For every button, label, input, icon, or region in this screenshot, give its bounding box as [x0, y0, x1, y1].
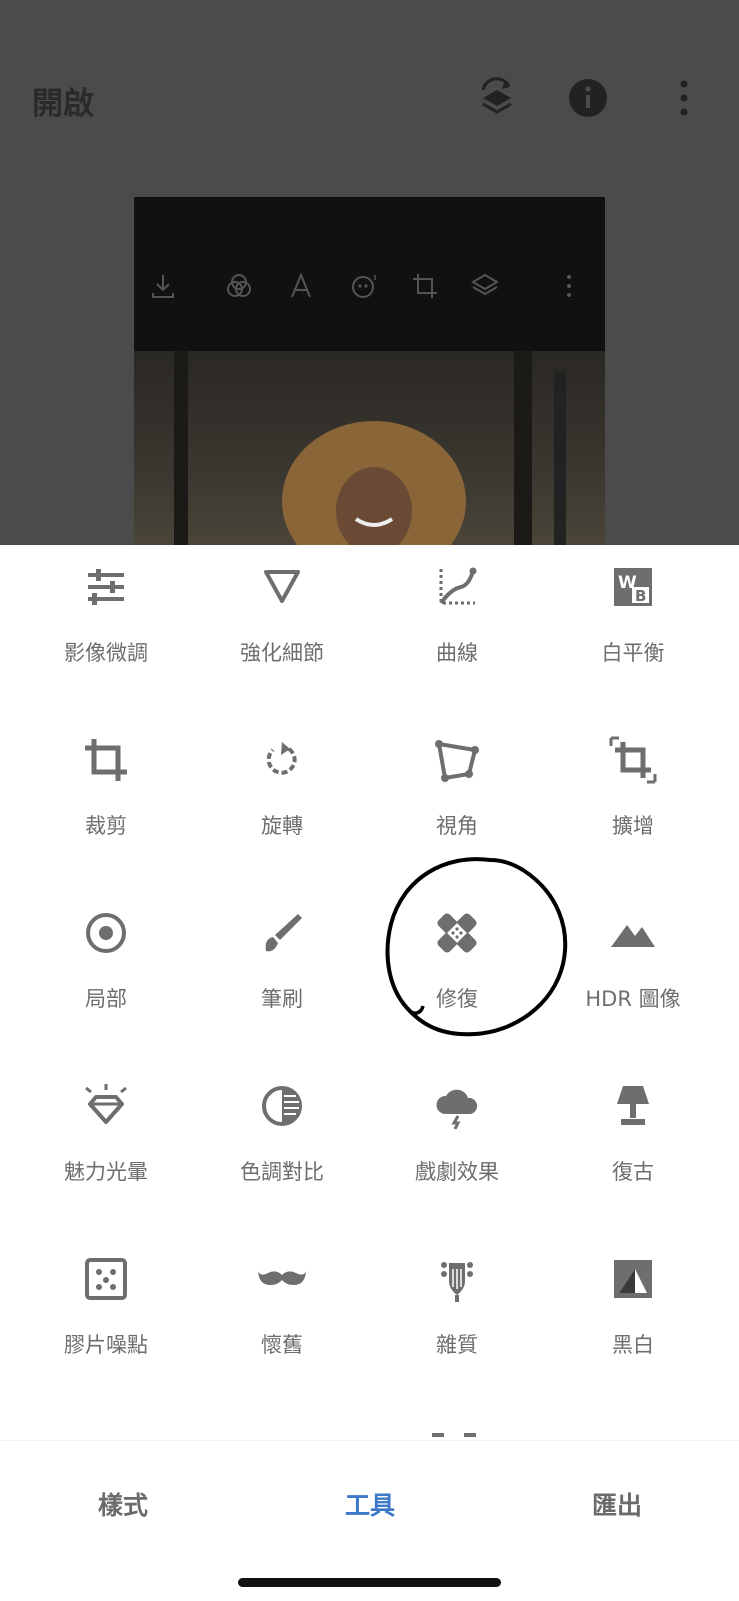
hand-drawn-circle-annotation	[385, 857, 568, 1037]
tab-tools[interactable]: 工具	[290, 1486, 450, 1522]
tool-label: 擴增	[612, 814, 654, 838]
glamour-glow-icon	[85, 1084, 127, 1124]
tab-styles[interactable]: 樣式	[43, 1486, 203, 1522]
tool-label: 雜質	[436, 1333, 478, 1357]
tool-black-white[interactable]: 黑白	[553, 1237, 713, 1397]
tool-label: 魅力光暈	[64, 1160, 148, 1184]
tool-label: 懷舊	[261, 1333, 303, 1357]
tool-label: 色調對比	[240, 1160, 324, 1184]
tool-details[interactable]: 強化細節	[202, 545, 362, 705]
overflow-small-icon	[567, 275, 571, 297]
curves-icon	[439, 567, 477, 605]
svg-text:B: B	[635, 587, 646, 605]
stack-history-icon[interactable]	[475, 76, 519, 120]
tool-selective[interactable]: 局部	[26, 891, 186, 1051]
tonal-contrast-icon	[262, 1086, 302, 1126]
tool-label: 戲劇效果	[415, 1160, 499, 1184]
tools-panel: 影像微調 強化細節 曲線 W B 白平衡 裁剪 旋轉 視角 擴增 局部 筆刷 修…	[0, 545, 739, 1440]
tool-label: 復古	[612, 1160, 654, 1184]
face-icon	[352, 275, 376, 298]
tool-label: 局部	[85, 987, 127, 1011]
tool-label: 黑白	[612, 1333, 654, 1357]
bottom-navigation: 樣式 工具 匯出	[0, 1440, 739, 1601]
grunge-guitar-icon	[441, 1262, 473, 1302]
vintage-lamp-icon	[617, 1086, 649, 1125]
black-white-icon	[614, 1260, 652, 1298]
tool-vintage[interactable]: 復古	[553, 1064, 713, 1224]
grainy-film-icon	[85, 1258, 127, 1300]
brush-icon	[265, 914, 302, 952]
download-icon	[152, 275, 174, 298]
tool-white-balance[interactable]: W B 白平衡	[553, 545, 713, 705]
tool-expand[interactable]: 擴增	[553, 718, 713, 878]
color-circles-icon	[227, 274, 251, 297]
tool-grunge[interactable]: 雜質	[377, 1237, 537, 1397]
tool-brush[interactable]: 筆刷	[202, 891, 362, 1051]
tool-tune-image[interactable]: 影像微調	[26, 545, 186, 705]
tool-retrolux[interactable]: 懷舊	[202, 1237, 362, 1397]
retrolux-mustache-icon	[258, 1271, 306, 1285]
crop-small-icon	[413, 274, 437, 298]
more-options-icon[interactable]	[664, 76, 708, 120]
white-balance-icon: W B	[614, 568, 652, 606]
photo-toolbar	[134, 197, 605, 351]
sliders-icon	[88, 569, 124, 605]
expand-icon	[609, 736, 657, 784]
tool-label: 影像微調	[64, 641, 148, 665]
tool-grainy-film[interactable]: 膠片噪點	[26, 1237, 186, 1397]
tool-glamour-glow[interactable]: 魅力光暈	[26, 1064, 186, 1224]
tool-label: 曲線	[436, 641, 478, 665]
tool-label: 膠片噪點	[64, 1333, 148, 1357]
home-indicator[interactable]	[238, 1578, 501, 1587]
tab-export[interactable]: 匯出	[537, 1486, 697, 1522]
tool-label: HDR 圖像	[585, 987, 681, 1011]
tool-tonal-contrast[interactable]: 色調對比	[202, 1064, 362, 1224]
tool-drama[interactable]: 戲劇效果	[377, 1064, 537, 1224]
hdr-mountain-icon	[611, 925, 655, 947]
image-preview-area: 開啟	[0, 0, 739, 545]
tool-label: 筆刷	[261, 987, 303, 1011]
tool-perspective[interactable]: 視角	[377, 718, 537, 878]
tool-label: 旋轉	[261, 814, 303, 838]
tool-crop[interactable]: 裁剪	[26, 718, 186, 878]
tool-rotate[interactable]: 旋轉	[202, 718, 362, 878]
tool-label: 裁剪	[85, 814, 127, 838]
rotate-icon	[266, 742, 297, 775]
details-triangle-icon	[264, 570, 300, 603]
tool-hdr[interactable]: HDR 圖像	[553, 891, 713, 1051]
partial-next-tool-icon	[432, 1433, 476, 1437]
info-icon[interactable]	[566, 76, 610, 120]
tool-label: 強化細節	[240, 641, 324, 665]
photo-image	[134, 351, 605, 545]
tool-label: 視角	[436, 814, 478, 838]
layers-icon	[471, 273, 499, 296]
tool-curves[interactable]: 曲線	[377, 545, 537, 705]
drama-cloud-icon	[436, 1089, 478, 1130]
text-icon	[291, 272, 311, 298]
crop-icon	[85, 739, 127, 781]
open-button[interactable]: 開啟	[32, 78, 94, 123]
selective-icon	[86, 913, 126, 953]
photo-thumbnail	[134, 197, 605, 545]
perspective-icon	[435, 740, 479, 782]
tool-label: 白平衡	[601, 641, 665, 665]
